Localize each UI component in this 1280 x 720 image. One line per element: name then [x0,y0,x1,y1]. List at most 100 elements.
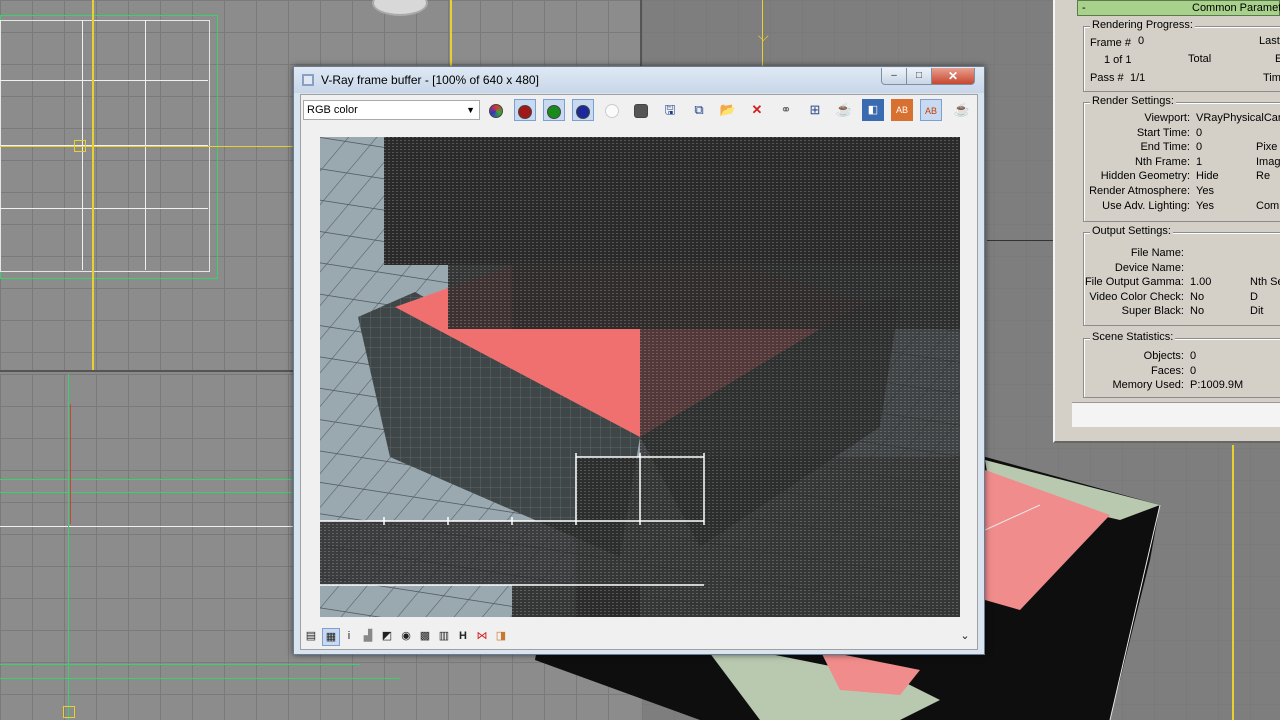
title-bar[interactable]: V-Ray frame buffer - [100% of 640 x 480]… [294,67,984,93]
wire-line [0,526,300,527]
wire-line [0,208,208,209]
blue-channel-icon[interactable] [572,99,594,121]
curves-icon[interactable]: ◩ [379,628,395,644]
lut-icon[interactable]: ▩ [417,628,433,644]
setting-label: Device Name: [1114,261,1184,274]
setting-label: File Output Gamma: [1084,276,1184,289]
group-title: Rendering Progress: [1090,19,1195,31]
elapsed-label: E [1275,53,1280,65]
teapot-render-icon[interactable]: ☕ [833,99,855,121]
setting-label: Memory Used: [1112,379,1184,392]
setting-label: End Time: [1140,141,1190,154]
alpha-channel-icon[interactable] [601,99,623,121]
camera-line [0,146,300,147]
grid-green-line [0,479,300,480]
compare-icon[interactable]: ◧ [862,99,884,121]
collapse-rollout-icon[interactable]: - [1082,1,1086,15]
camera-line [1232,445,1234,720]
setting-value: VRayPhysicalCame [1196,112,1280,124]
frame-label: Frame # [1090,37,1131,49]
camera-target-icon[interactable] [74,140,86,152]
pass-label: Pass # [1090,72,1124,84]
last-label: Last [1259,35,1280,47]
render-icon[interactable]: ☕ [951,99,973,121]
setting-value: No [1190,290,1205,303]
setting-value: 1 [1196,155,1203,168]
window-title: V-Ray frame buffer - [100% of 640 x 480] [321,73,539,87]
frame-value: 0 [1138,35,1145,47]
total-label: Total [1188,53,1212,65]
histogram-icon[interactable]: ▥ [436,628,452,644]
save-icon[interactable]: 🖫 [659,99,681,121]
setting-label: Super Black: [1121,305,1184,318]
ab-vertical-icon[interactable]: ⋈ [474,628,490,644]
rendering-progress-group: Rendering Progress: Frame # 0 Last 1 of … [1083,19,1280,92]
setting-label: Start Time: [1136,126,1190,139]
camera-gizmo-icon[interactable] [372,0,428,16]
close-button[interactable]: ✕ [931,68,975,85]
grid-green-line [0,664,360,665]
grid-green-line [0,678,400,679]
pivot-icon[interactable] [63,706,75,718]
output-settings-group: Output Settings: File Name: Device Name: F… [1083,225,1280,326]
chevron-down-icon: ▼ [466,105,475,115]
ab-horizontal-icon[interactable]: H [455,628,471,644]
setting-value: 0 [1190,350,1197,362]
clear-icon[interactable]: ✕ [746,99,768,121]
setting-value: P:1009.9M [1190,379,1244,392]
vray-frame-buffer-window: V-Ray frame buffer - [100% of 640 x 480]… [293,66,985,655]
history-icon[interactable]: ▤ [303,628,319,644]
setting-value: 0 [1190,364,1197,377]
render-preview [320,137,960,617]
setting-extra: Pixe [1256,141,1278,154]
setting-extra: Image [1256,155,1280,168]
pixel-aspect-icon[interactable]: ◨ [493,628,509,644]
setting-extra: Re [1256,170,1271,183]
rgb-channel-icon[interactable] [485,99,507,121]
maximize-button[interactable]: □ [906,68,932,85]
setting-label: Render Atmosphere: [1089,185,1190,197]
region-render-icon[interactable]: ⊞ [804,99,826,121]
setting-label: File Name: [1130,247,1184,259]
render-settings-group: Render Settings: Viewport: VRayPhysicalCa… [1083,95,1280,222]
exposure-icon[interactable]: ◉ [398,628,414,644]
setting-label: Faces: [1150,364,1184,377]
link-icon[interactable]: ⚭ [775,99,797,121]
levels-icon[interactable]: ▟ [360,628,376,644]
vfb-toolbar: RGB color ▼ 🖫 ⧉ 📂 ✕ ⚭ ⊞ ☕ ◧ AB AB ☕ [301,95,977,127]
group-title: Render Settings: [1090,95,1176,107]
setting-extra: Nth Se [1250,276,1280,289]
of-label: 1 of 1 [1104,54,1132,66]
green-channel-icon[interactable] [543,99,565,121]
frame-buffer-client: RGB color ▼ 🖫 ⧉ 📂 ✕ ⚭ ⊞ ☕ ◧ AB AB ☕ ▤ ▦ … [300,94,978,650]
mono-channel-icon[interactable] [630,99,652,121]
render-setup-panel: - Common Parameters Rendering Progress: … [1053,0,1280,443]
setting-value: 0 [1196,141,1203,154]
load-icon[interactable]: 📂 [717,99,739,121]
setting-label: Hidden Geometry: [1100,170,1190,183]
axis-line [70,404,71,524]
setting-label: Video Color Check: [1089,290,1184,303]
setting-value: Hide [1196,170,1219,183]
minimize-button[interactable]: – [881,68,907,85]
group-title: Output Settings: [1090,225,1173,237]
group-title: Scene Statistics: [1090,331,1176,343]
rendered-image[interactable] [320,137,960,617]
common-parameters-rollout[interactable]: - Common Parameters [1077,0,1280,16]
setting-label: Objects: [1143,350,1184,362]
save-all-icon[interactable]: ⧉ [688,99,710,121]
setting-value: Yes [1196,185,1214,197]
expand-icon[interactable]: ⌄ [957,628,973,644]
ab-compare-icon[interactable]: AB [891,99,913,121]
channel-dropdown[interactable]: RGB color ▼ [303,100,480,120]
red-channel-icon[interactable] [514,99,536,121]
setting-value: Yes [1196,199,1214,212]
time-label: Tim [1263,72,1280,84]
ab-compare-icon-2[interactable]: AB [920,99,942,121]
pass-value: 1/1 [1130,72,1146,84]
wire-line [0,80,208,81]
lens-effects-icon[interactable]: ▦ [322,628,340,646]
setting-value: 1.00 [1190,276,1212,289]
info-icon[interactable]: i [341,628,357,644]
setting-label: Nth Frame: [1134,155,1190,168]
